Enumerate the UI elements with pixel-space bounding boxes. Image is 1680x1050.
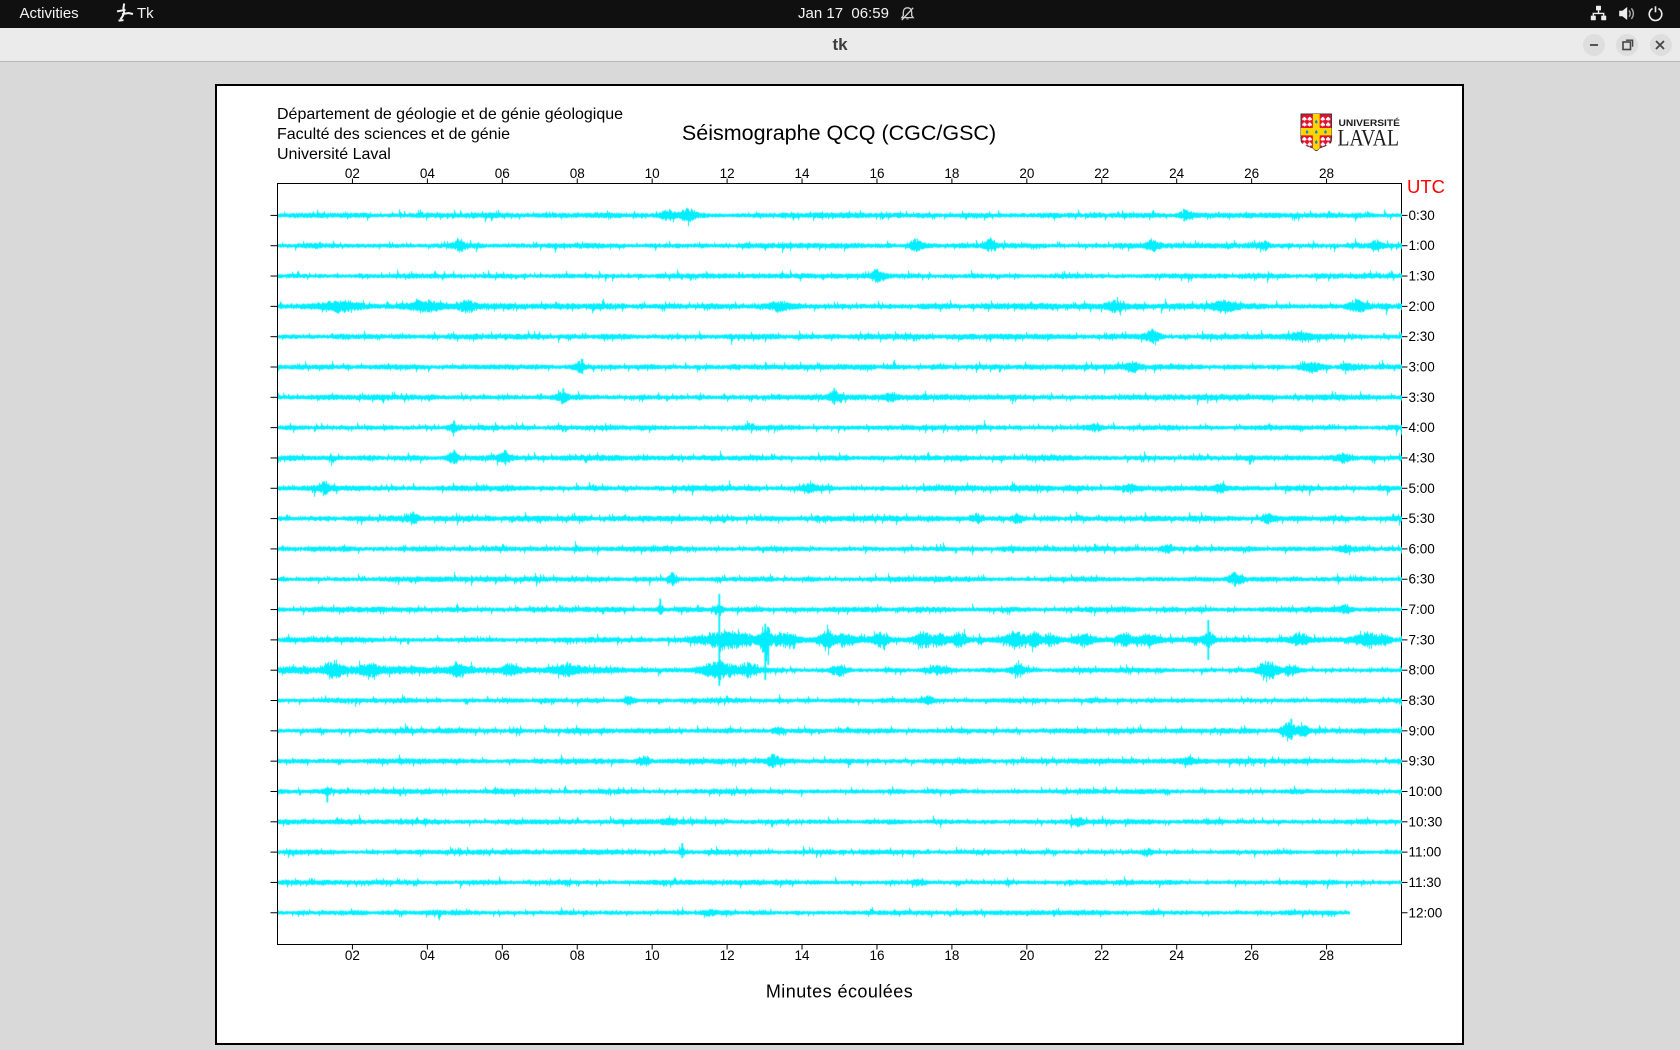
svg-text:LAVAL: LAVAL (1338, 126, 1400, 151)
